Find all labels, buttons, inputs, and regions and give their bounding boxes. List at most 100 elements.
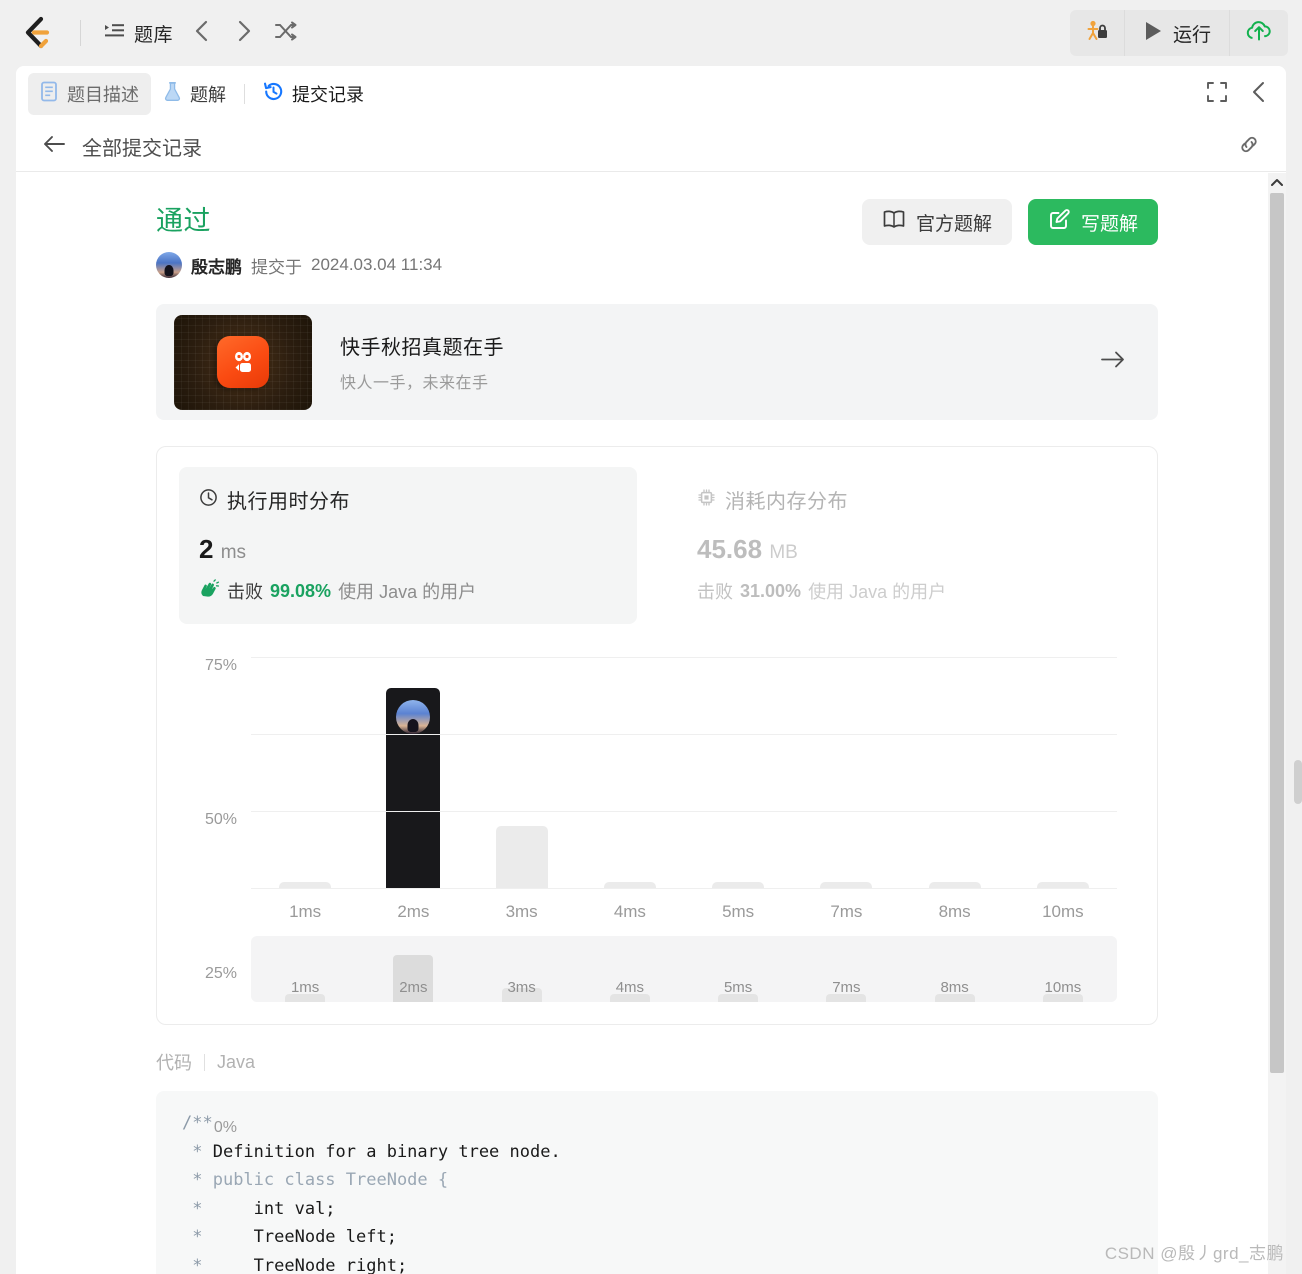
chevron-up-icon — [1271, 174, 1283, 192]
nav-shuffle-button[interactable] — [265, 14, 307, 52]
brush-column[interactable]: 2ms — [359, 936, 467, 1002]
collapse-panel-button[interactable] — [1250, 80, 1268, 109]
chart-bar-column[interactable] — [1009, 648, 1117, 888]
chart-x-tick-label: 2ms — [397, 902, 430, 921]
tab-submissions[interactable]: 提交记录 — [251, 73, 376, 115]
window-scrollbar-thumb[interactable] — [1294, 760, 1302, 804]
promo-subtitle: 快人一手，未来在手 — [340, 375, 489, 392]
nav-problems-button[interactable]: 题库 — [95, 14, 181, 53]
code-line: /** — [182, 1113, 213, 1133]
write-solution-button[interactable]: 写题解 — [1027, 199, 1158, 245]
memory-beat-tail: 使用 Java 的用户 — [808, 582, 947, 602]
nav-next-button[interactable] — [223, 14, 265, 52]
runtime-value-row: 2 ms — [199, 534, 617, 565]
tab-problem-description-label: 题目描述 — [67, 85, 139, 105]
runtime-beat-label: 击败 — [227, 582, 263, 602]
brush-tick-label: 10ms — [1044, 979, 1082, 996]
memory-value-row: 45.68 MB — [697, 534, 1115, 565]
run-button[interactable]: 运行 — [1123, 10, 1229, 56]
brush-column[interactable]: 10ms — [1009, 936, 1117, 1002]
chart-x-tick-label: 10ms — [1042, 902, 1084, 921]
fullscreen-button[interactable] — [1206, 81, 1228, 108]
code-line: * public class TreeNode { — [182, 1170, 449, 1190]
chart-x-tick-label: 1ms — [289, 902, 322, 921]
brush-column[interactable]: 7ms — [792, 936, 900, 1002]
runtime-beat-percent: 99.08% — [270, 580, 332, 601]
chart-bar[interactable] — [495, 826, 548, 888]
chart-bar-column[interactable] — [792, 648, 900, 888]
chart-bar-column[interactable] — [468, 648, 576, 888]
submit-button[interactable] — [1229, 10, 1288, 56]
tab-problem-description[interactable]: 题目描述 — [28, 73, 151, 115]
runtime-distribution-chart: 0% 25% 50% 75% 1ms 2ms 3ms 4ms 5ms 7ms 8ms 10ms — [179, 648, 1135, 1136]
clapping-hands-icon — [199, 578, 220, 604]
chart-bar-column[interactable] — [251, 648, 359, 888]
submission-time-prefix: 提交于 — [251, 257, 302, 277]
promo-banner[interactable]: 快手秋招真题在手 快人一手，未来在手 — [156, 304, 1158, 420]
navbar-actions: 运行 — [1069, 10, 1288, 56]
avatar[interactable] — [156, 252, 182, 278]
brush-column[interactable]: 8ms — [901, 936, 1009, 1002]
content-scrollbar[interactable] — [1268, 173, 1286, 1274]
shuffle-icon — [274, 20, 298, 47]
leetcode-logo-icon[interactable] — [0, 15, 72, 51]
nav-problems-label: 题库 — [134, 24, 174, 46]
debug-lock-icon — [1084, 18, 1110, 49]
nav-prev-button[interactable] — [181, 14, 223, 52]
chevron-left-icon — [1250, 80, 1268, 109]
runtime-unit: ms — [220, 542, 247, 563]
promo-title: 快手秋招真题在手 — [340, 337, 504, 359]
watermark: CSDN @殷丿grd_志鹏 — [1104, 1244, 1284, 1263]
arrow-left-icon — [42, 135, 66, 158]
list-icon — [103, 21, 125, 46]
runtime-stat-title: 执行用时分布 — [227, 491, 350, 513]
tab-solutions[interactable]: 题解 — [151, 73, 238, 115]
brush-tick-label: 7ms — [832, 979, 861, 996]
book-icon — [882, 209, 906, 235]
chart-bar-column[interactable] — [576, 648, 684, 888]
chart-bars — [251, 648, 1117, 888]
run-label: 运行 — [1172, 24, 1211, 46]
chart-x-tick-label: 4ms — [613, 902, 646, 921]
panel-tabbar: 题目描述 题解 提交记录 — [16, 66, 1286, 122]
clock-icon — [199, 488, 218, 512]
chart-gridline: 50% — [205, 734, 1117, 828]
memory-stat-tab[interactable]: 消耗内存分布 45.68 MB 击败 31.00% 使用 Java 的用户 — [677, 467, 1135, 624]
submission-user[interactable]: 殷志鹏 — [191, 253, 242, 278]
brush-column[interactable]: 4ms — [576, 936, 684, 1002]
copy-link-button[interactable] — [1236, 131, 1262, 162]
chart-bar-column[interactable] — [359, 648, 467, 888]
brush-tick-label: 2ms — [399, 979, 428, 996]
write-solution-label: 写题解 — [1080, 213, 1138, 235]
chart-y-tick-label: 75% — [204, 657, 237, 675]
memory-beat-percent: 31.00% — [740, 580, 802, 601]
memory-beat-label: 击败 — [697, 582, 733, 602]
chart-bar-column[interactable] — [684, 648, 792, 888]
chevron-left-icon — [192, 19, 212, 48]
scroll-up-button[interactable] — [1268, 173, 1286, 193]
code-block[interactable]: /** * Definition for a binary tree node.… — [156, 1091, 1158, 1274]
cloud-upload-icon — [1244, 18, 1274, 49]
chart-range-brush[interactable]: 1ms 2ms 3ms 4ms 5ms 7ms 8ms 10ms — [251, 936, 1117, 1002]
chart-bar-column[interactable] — [901, 648, 1009, 888]
chevron-right-icon — [234, 19, 254, 48]
chart-bar-highlighted[interactable] — [386, 688, 441, 888]
link-icon — [1236, 136, 1262, 161]
brush-column[interactable]: 3ms — [468, 936, 576, 1002]
navbar-divider — [80, 20, 81, 46]
solution-actions: 官方题解 写题解 — [861, 199, 1158, 245]
brush-column[interactable]: 1ms — [251, 936, 359, 1002]
history-icon — [263, 81, 284, 107]
submission-timestamp: 2024.03.04 11:34 — [311, 255, 443, 274]
brush-column[interactable]: 5ms — [684, 936, 792, 1002]
submission-meta: 殷志鹏 提交于 2024.03.04 11:34 — [156, 252, 1158, 278]
debug-button[interactable] — [1069, 10, 1124, 56]
back-button[interactable] — [42, 135, 66, 158]
official-solution-button[interactable]: 官方题解 — [861, 199, 1012, 245]
memory-stat-title: 消耗内存分布 — [725, 491, 848, 513]
brush-tick-label: 1ms — [290, 979, 320, 996]
runtime-stat-tab[interactable]: 执行用时分布 2 ms 击败 99.08% 使用 Java 的用户 — [179, 467, 637, 624]
scrollbar-thumb[interactable] — [1270, 193, 1284, 1073]
stats-card: 执行用时分布 2 ms 击败 99.08% 使用 Java 的用户 消耗内存分布… — [156, 446, 1158, 1136]
chart-y-tick-label: 25% — [204, 965, 237, 983]
